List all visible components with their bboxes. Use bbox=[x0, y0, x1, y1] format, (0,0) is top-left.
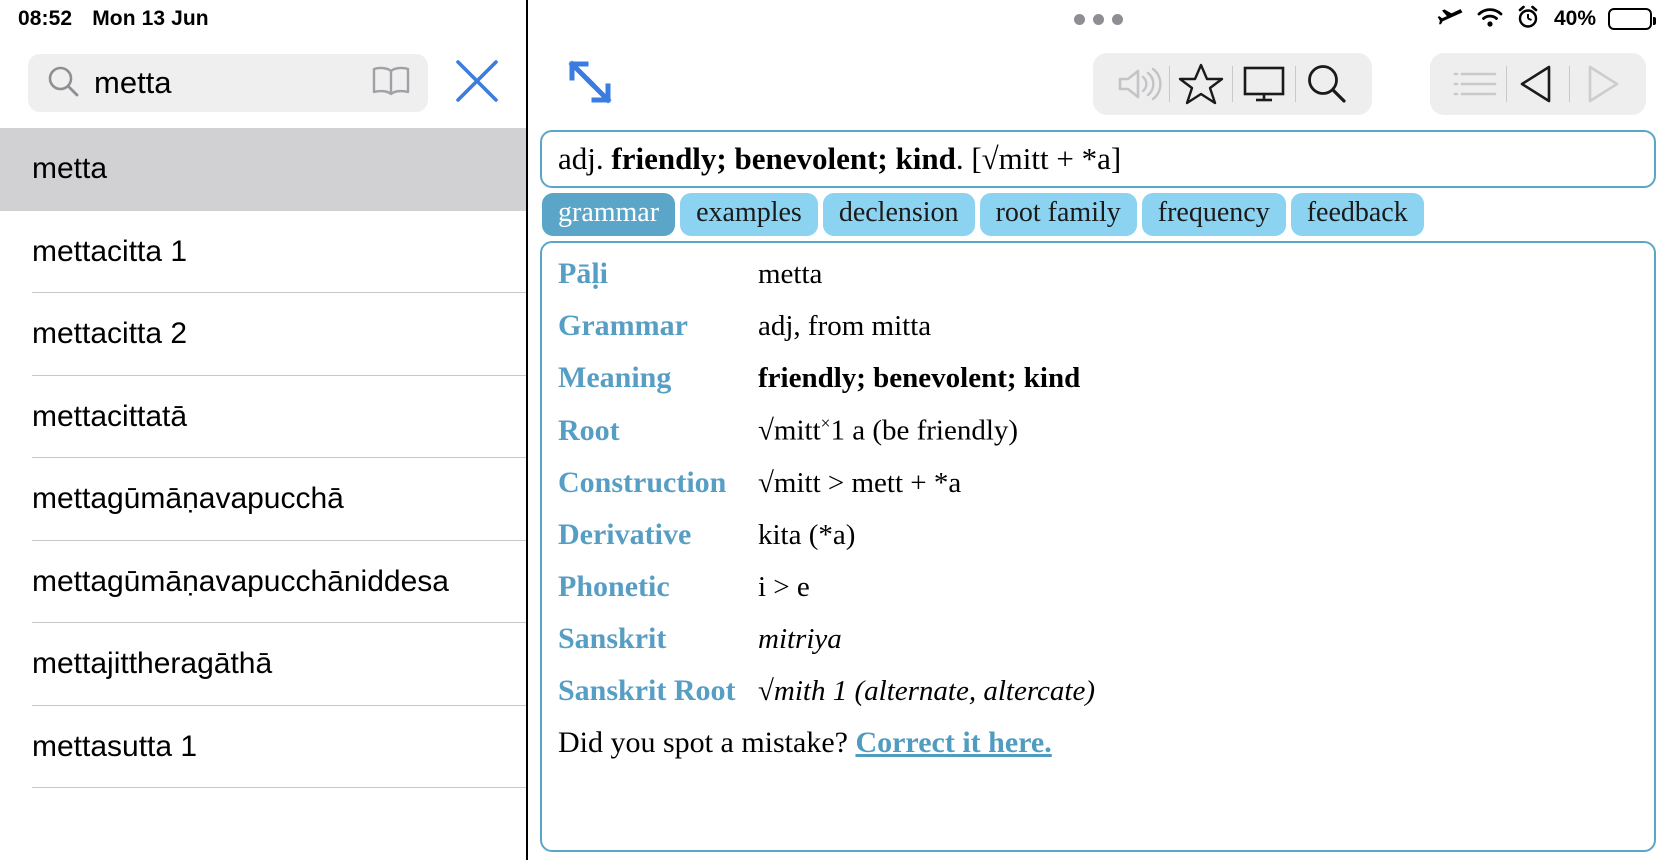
tab-feedback[interactable]: feedback bbox=[1290, 193, 1424, 237]
tab-examples[interactable]: examples bbox=[680, 193, 818, 237]
tab-root-family[interactable]: root family bbox=[979, 193, 1137, 237]
detail-row: Derivative kita (*a) bbox=[558, 518, 1638, 552]
detail-row-value: i > e bbox=[758, 570, 810, 603]
list-item-label: mettacittatā bbox=[32, 399, 188, 433]
tab-grammar[interactable]: grammar bbox=[542, 193, 676, 237]
word-list[interactable]: metta mettacitta 1 mettacitta 2 mettacittat… bbox=[0, 128, 526, 860]
detail-row-label: Grammar bbox=[558, 309, 688, 343]
search-value[interactable]: metta bbox=[94, 67, 356, 100]
list-item[interactable]: mettacittatā bbox=[0, 376, 526, 458]
detail-row: Root √mitt×1 a (be friendly) bbox=[558, 413, 1638, 448]
detail-row: Grammar adj, from mitta bbox=[558, 309, 1638, 343]
detail-row-label: Root bbox=[558, 413, 620, 447]
status-time: 08:52 bbox=[18, 7, 73, 30]
left-pane: 08:52 Mon 13 Jun metta metta mettacitta … bbox=[0, 0, 528, 860]
tab-bar[interactable]: grammar examples declension root family freq… bbox=[540, 193, 1656, 237]
detail-row-value: mitriya bbox=[758, 622, 842, 655]
definition-summary: adj. friendly; benevolent; kind. [√mitt … bbox=[540, 130, 1656, 188]
display-icon[interactable] bbox=[1233, 53, 1295, 115]
list-divider bbox=[32, 787, 526, 788]
definition-period: . bbox=[955, 141, 964, 176]
tab-declension[interactable]: declension bbox=[822, 193, 975, 237]
detail-row-value: √mitt×1 a (be friendly) bbox=[758, 413, 1019, 447]
search-icon[interactable] bbox=[1296, 53, 1358, 115]
book-icon[interactable] bbox=[370, 64, 412, 103]
right-pane: 40% adj. friendly; benevolent; kind. [√m… bbox=[528, 0, 1668, 860]
detail-row: Pāḷi metta bbox=[558, 257, 1638, 291]
speaker-icon[interactable] bbox=[1107, 53, 1169, 115]
list-item[interactable]: mettagūmāṇavapucchāniddesa bbox=[0, 541, 526, 623]
back-arrow-icon[interactable] bbox=[1507, 53, 1569, 115]
list-icon[interactable] bbox=[1444, 53, 1506, 115]
alarm-icon bbox=[1516, 5, 1540, 34]
status-bar-left: 08:52 Mon 13 Jun bbox=[0, 0, 526, 38]
toolbar-group-primary bbox=[1093, 53, 1372, 115]
detail-row-label: Sanskrit Root bbox=[558, 673, 736, 707]
search-input[interactable]: metta bbox=[28, 54, 428, 112]
expand-arrows-icon[interactable] bbox=[562, 54, 618, 115]
list-item[interactable]: mettagūmāṇavapucchā bbox=[0, 458, 526, 541]
detail-row-value: √mitt > mett + *a bbox=[758, 466, 962, 499]
detail-row-value: friendly; benevolent; kind bbox=[758, 362, 1081, 395]
detail-row-value: √mith 1 (alternate, altercate) bbox=[758, 674, 1095, 707]
list-item[interactable]: mettasutta 1 bbox=[0, 706, 526, 788]
search-icon bbox=[46, 64, 80, 103]
status-date: Mon 13 Jun bbox=[92, 7, 209, 30]
detail-row-value: metta bbox=[758, 258, 823, 291]
list-item-label: mettacitta 2 bbox=[32, 317, 188, 351]
star-icon[interactable] bbox=[1170, 53, 1232, 115]
list-item[interactable]: mettacitta 1 bbox=[0, 211, 526, 293]
list-item-label: mettagūmāṇavapucchā bbox=[32, 482, 344, 516]
detail-row-label: Sanskrit bbox=[558, 621, 667, 655]
feedback-note: Did you spot a mistake? Correct it here. bbox=[558, 726, 1638, 760]
tab-frequency[interactable]: frequency bbox=[1141, 193, 1286, 237]
toolbar-group-navigation bbox=[1430, 53, 1646, 115]
detail-row: Sanskrit mitriya bbox=[558, 622, 1638, 656]
status-icon-group: 40% bbox=[1436, 5, 1656, 34]
definition-pos: adj. bbox=[558, 141, 604, 176]
detail-row-label: Construction bbox=[558, 465, 727, 499]
feedback-question: Did you spot a mistake? bbox=[558, 725, 856, 759]
detail-row-label: Meaning bbox=[558, 361, 672, 395]
app-root: 08:52 Mon 13 Jun metta metta mettacitta … bbox=[0, 0, 1668, 860]
grammar-detail-panel: Pāḷi metta Grammar adj, from mitta Meaning fr… bbox=[540, 241, 1656, 852]
detail-row-label: Phonetic bbox=[558, 569, 670, 603]
list-item-label: mettagūmāṇavapucchāniddesa bbox=[32, 564, 449, 598]
content-area: adj. friendly; benevolent; kind. [√mitt … bbox=[528, 130, 1668, 860]
detail-row: Phonetic i > e bbox=[558, 570, 1638, 604]
detail-row-value: adj, from mitta bbox=[758, 310, 932, 343]
definition-construction: [√mitt + *a] bbox=[963, 141, 1122, 176]
search-row: metta bbox=[0, 38, 526, 128]
list-item[interactable]: metta bbox=[0, 128, 526, 211]
list-item[interactable]: mettajittheragāthā bbox=[0, 623, 526, 706]
detail-row: Meaning friendly; benevolent; kind bbox=[558, 361, 1638, 395]
list-item-label: mettajittheragāthā bbox=[32, 647, 273, 681]
clear-search-button[interactable] bbox=[446, 50, 508, 117]
list-item-label: mettacitta 1 bbox=[32, 234, 188, 268]
list-item-label: metta bbox=[32, 152, 108, 186]
battery-percent: 40% bbox=[1553, 7, 1596, 30]
detail-row-value: kita (*a) bbox=[758, 518, 856, 551]
wifi-icon bbox=[1476, 6, 1504, 33]
detail-row-label: Derivative bbox=[558, 517, 692, 551]
correct-it-here-link[interactable]: Correct it here. bbox=[855, 726, 1051, 759]
toolbar bbox=[528, 38, 1668, 130]
status-bar-right: 40% bbox=[528, 0, 1668, 38]
list-item-label: mettasutta 1 bbox=[32, 729, 198, 763]
detail-table: Pāḷi metta Grammar adj, from mitta Meaning fr… bbox=[558, 257, 1638, 708]
definition-meaning: friendly; benevolent; kind bbox=[611, 141, 956, 176]
detail-row: Sanskrit Root √mith 1 (alternate, alterca… bbox=[558, 674, 1638, 708]
list-item[interactable]: mettacitta 2 bbox=[0, 293, 526, 376]
forward-arrow-icon[interactable] bbox=[1570, 53, 1632, 115]
airplane-icon bbox=[1436, 5, 1464, 34]
detail-row-label: Pāḷi bbox=[558, 257, 608, 291]
battery-icon bbox=[1608, 8, 1656, 30]
detail-row: Construction √mitt > mett + *a bbox=[558, 466, 1638, 500]
